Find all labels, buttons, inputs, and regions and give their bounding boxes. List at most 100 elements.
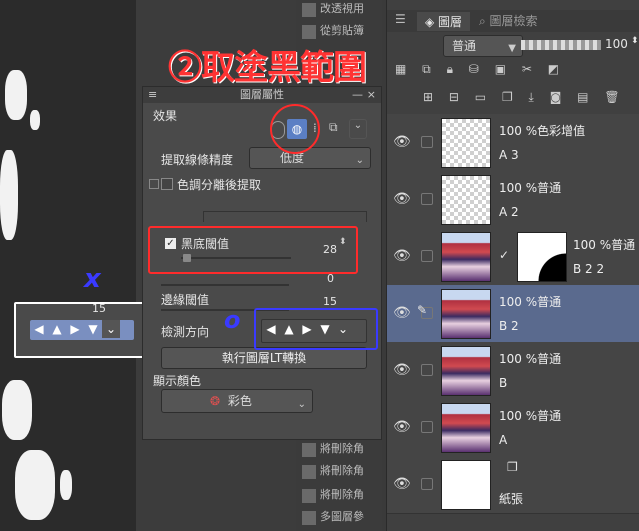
blend-mode-value: 普通 bbox=[452, 39, 477, 53]
visibility-eye-icon[interactable]: 👁︎ bbox=[393, 134, 411, 150]
layer-thumbnail bbox=[441, 460, 491, 510]
arrow-up-icon[interactable]: ▲ bbox=[280, 320, 298, 338]
lock-icon[interactable]: 🔒︎ bbox=[447, 62, 453, 76]
ruler-icon[interactable]: ✂ bbox=[522, 62, 532, 76]
black-threshold-checkbox[interactable]: ✓ bbox=[165, 238, 176, 249]
props-title: 圖層屬性 bbox=[240, 88, 284, 101]
arrow-right-icon[interactable]: ▶ bbox=[298, 320, 316, 338]
visibility-eye-icon[interactable]: 👁︎ bbox=[393, 419, 411, 435]
effect-dropdown-icon[interactable]: ⌄ bbox=[349, 119, 367, 139]
layer-color-effect-icon[interactable]: ◍ bbox=[287, 119, 307, 139]
slider-knob[interactable] bbox=[183, 254, 191, 262]
mask-icon[interactable]: ▣ bbox=[495, 62, 506, 76]
black-threshold-stepper[interactable]: ⬍ bbox=[339, 237, 347, 247]
execute-lt-conversion-button[interactable]: 執行圖層LT轉換 bbox=[161, 347, 367, 369]
layer-name: 紙張 bbox=[499, 492, 524, 506]
layer-row[interactable]: 👁︎ 100 %普通 A 2 bbox=[387, 171, 639, 229]
layer-checkbox[interactable] bbox=[421, 193, 433, 205]
detect-direction-buttons[interactable]: ◀ ▲ ▶ ▼ ⌄ bbox=[261, 319, 367, 343]
layer-row[interactable]: 👁︎ 100 %普通 B bbox=[387, 342, 639, 400]
layer-row[interactable]: 👁︎ 100 %色彩增值 A 3 bbox=[387, 114, 639, 172]
panel-menu-icon[interactable]: ☰ bbox=[395, 12, 406, 26]
layer-row[interactable]: 👁︎ 100 %普通 A bbox=[387, 399, 639, 457]
color-icon[interactable]: ◩ bbox=[548, 62, 559, 76]
layer-row[interactable]: 👁︎ ✎ 100 %普通 B 2 bbox=[387, 285, 639, 343]
canvas-artwork bbox=[0, 0, 136, 531]
tone-separation-checkbox[interactable] bbox=[161, 178, 173, 190]
line-effect-icon[interactable]: ⧉ bbox=[329, 120, 338, 135]
left-direction-buttons[interactable]: ◀ ▲ ▶ ▼ ⌄ bbox=[30, 320, 134, 340]
layer-mask-thumbnail[interactable] bbox=[517, 232, 567, 282]
layer-list: 👁︎ 100 %色彩增值 A 3 👁︎ 100 %普通 A 2 👁︎ ✓ 100 %普通 B 2 … bbox=[387, 114, 639, 531]
blend-mode-select[interactable]: 普通 ▼ bbox=[443, 35, 523, 57]
lock-alpha-icon[interactable]: ▦ bbox=[395, 62, 406, 76]
tab-layer[interactable]: ◈ 圖層 bbox=[417, 12, 471, 31]
white-threshold-slider[interactable] bbox=[161, 284, 289, 286]
arrow-right-icon[interactable]: ▶ bbox=[66, 320, 84, 338]
menu-item[interactable]: 改透視用 bbox=[296, 0, 382, 22]
menu-item-label: 多圖層參 bbox=[320, 510, 364, 523]
detect-direction-label: 檢測方向 bbox=[161, 325, 210, 339]
mask-create-icon[interactable]: ◙ bbox=[550, 90, 562, 104]
opacity-value[interactable]: 100 bbox=[605, 37, 628, 51]
extract-precision-label: 提取線條精度 bbox=[161, 153, 234, 167]
arrow-down-icon[interactable]: ▼ bbox=[316, 320, 334, 338]
arrow-left-icon[interactable]: ◀ bbox=[30, 320, 48, 338]
display-color-select[interactable]: ❂ 彩色 ⌄ bbox=[161, 389, 313, 413]
arrow-left-icon[interactable]: ◀ bbox=[262, 320, 280, 338]
layer-checkbox[interactable] bbox=[421, 364, 433, 376]
opacity-slider[interactable] bbox=[521, 40, 601, 50]
layer-title: 100 %色彩增值 bbox=[499, 124, 586, 138]
menu-item[interactable]: 多圖層參 bbox=[296, 508, 382, 530]
layer-row[interactable]: 👁︎ ❐ 紙張 bbox=[387, 456, 639, 514]
edge-threshold-value[interactable]: 15 bbox=[323, 295, 337, 308]
chevron-down-icon[interactable]: ⌄ bbox=[334, 320, 352, 338]
menu-item-label: 將刪除角 bbox=[320, 442, 364, 455]
apply-mask-icon[interactable]: ▤ bbox=[577, 90, 588, 104]
layer-checkbox[interactable] bbox=[421, 250, 433, 262]
detect-direction-widget-left: 15 ◀ ▲ ▶ ▼ ⌄ bbox=[14, 302, 152, 358]
layer-checkbox[interactable] bbox=[421, 136, 433, 148]
clip-icon[interactable]: ⧉ bbox=[422, 62, 431, 76]
visibility-eye-icon[interactable]: 👁︎ bbox=[393, 305, 411, 321]
visibility-eye-icon[interactable]: 👁︎ bbox=[393, 362, 411, 378]
tone-separation-expand-icon[interactable] bbox=[149, 179, 159, 189]
new-vector-layer-icon[interactable]: ⊟ bbox=[449, 90, 459, 104]
layer-row[interactable]: 👁︎ ✓ 100 %普通 B 2 2 bbox=[387, 228, 639, 286]
black-threshold-value[interactable]: 28 bbox=[323, 243, 337, 256]
opacity-stepper[interactable]: ⬍ bbox=[631, 36, 639, 46]
white-threshold-value[interactable]: 0 bbox=[327, 272, 334, 285]
border-effect-icon[interactable] bbox=[271, 121, 285, 139]
effect-buttons: ◍ ⁞ ⧉ ⌄ bbox=[263, 119, 369, 141]
menu-item[interactable]: 將刪除角 bbox=[296, 486, 382, 508]
menu-item[interactable]: 將刪除角 bbox=[296, 462, 382, 484]
black-threshold-slider[interactable] bbox=[181, 254, 291, 262]
visibility-eye-icon[interactable]: 👁︎ bbox=[393, 248, 411, 264]
layer-checkbox[interactable] bbox=[421, 421, 433, 433]
new-folder-icon[interactable]: ▭ bbox=[475, 90, 486, 104]
layer-thumbnail bbox=[441, 118, 491, 168]
arrow-up-icon[interactable]: ▲ bbox=[48, 320, 66, 338]
chevron-down-icon[interactable]: ⌄ bbox=[102, 320, 120, 338]
layer-checkbox[interactable] bbox=[421, 478, 433, 490]
layer-name: A bbox=[499, 433, 508, 447]
panel-menu-icon[interactable]: ≡ bbox=[148, 87, 157, 103]
tone-effect-icon[interactable]: ⁞ bbox=[313, 121, 317, 135]
menu-item[interactable]: 將刪除角 bbox=[296, 440, 382, 462]
merge-icon[interactable]: ⤓ bbox=[529, 90, 534, 104]
close-icon[interactable]: × bbox=[367, 87, 376, 103]
layer-thumbnail bbox=[441, 232, 491, 282]
arrow-down-icon[interactable]: ▼ bbox=[84, 320, 102, 338]
ref-icon[interactable]: ⛁ bbox=[469, 62, 479, 76]
visibility-eye-icon[interactable]: 👁︎ bbox=[393, 191, 411, 207]
copy-layer-icon[interactable]: ❐ bbox=[502, 90, 513, 104]
display-color-value: 彩色 bbox=[227, 394, 252, 408]
new-raster-layer-icon[interactable]: ⊞ bbox=[423, 90, 433, 104]
delete-layer-icon[interactable]: 🗑︎ bbox=[604, 90, 619, 104]
tab-layer-search[interactable]: ⌕ 圖層檢索 bbox=[479, 12, 538, 29]
collapse-icon[interactable]: — bbox=[352, 87, 363, 103]
chevron-down-icon: ▼ bbox=[508, 43, 516, 54]
tone-separation-box bbox=[203, 211, 367, 222]
extract-precision-select[interactable]: 低度 ⌄ bbox=[249, 147, 371, 169]
visibility-eye-icon[interactable]: 👁︎ bbox=[393, 476, 411, 492]
